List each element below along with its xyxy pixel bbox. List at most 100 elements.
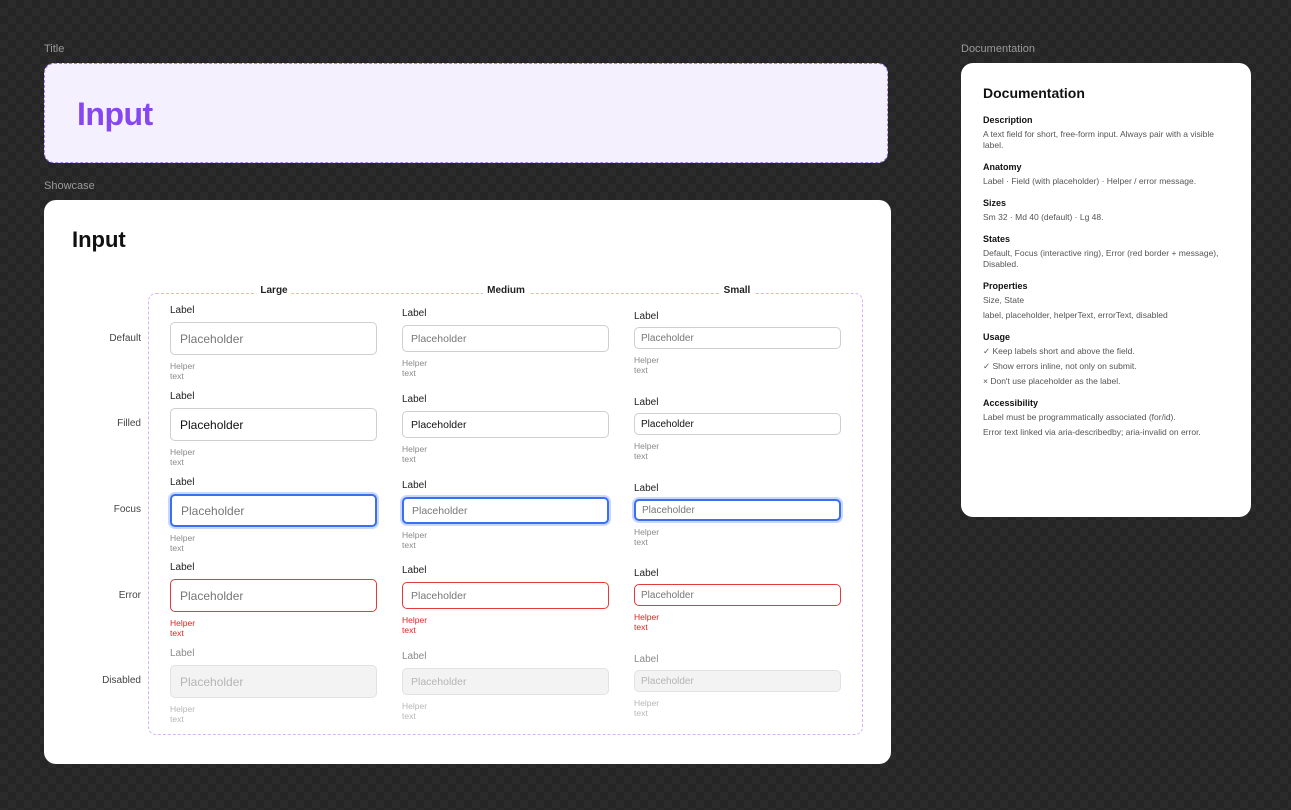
error-text: Helper text	[402, 615, 428, 635]
field-label: Label	[634, 568, 659, 579]
text-input[interactable]: Placeholder	[402, 411, 609, 438]
helper-text: Helper text	[402, 530, 428, 550]
helper-text: Helper text	[634, 441, 660, 461]
doc-section-sizes: Sizes Sm 32 · Md 40 (default) · Lg 48.	[983, 198, 1229, 223]
helper-text: Helper text	[402, 444, 428, 464]
field-label: Label	[170, 391, 195, 402]
input-placeholder: Placeholder	[411, 332, 467, 345]
input-placeholder: Placeholder	[641, 589, 694, 601]
text-input[interactable]: Placeholder	[170, 322, 377, 355]
text-input[interactable]: Placeholder	[402, 325, 609, 352]
field-label: Label	[170, 562, 195, 573]
input-placeholder: Placeholder	[180, 588, 244, 603]
showcase-frame[interactable]: Input Large Medium Small Default Label Placeh…	[44, 200, 891, 764]
column-header-medium: Medium	[483, 285, 529, 296]
text-input[interactable]: Placeholder	[170, 579, 377, 612]
field-label: Label	[170, 477, 195, 488]
doc-section-text: Default, Focus (interactive ring), Error…	[983, 248, 1219, 269]
helper-text: Helper text	[634, 698, 660, 718]
doc-title: Documentation	[983, 85, 1085, 101]
input-placeholder: Placeholder	[180, 417, 244, 432]
title-frame-label: Title	[44, 43, 65, 55]
doc-frame-label: Documentation	[961, 43, 1035, 55]
text-input[interactable]: Placeholder	[634, 413, 841, 435]
field-label: Label	[634, 654, 659, 665]
doc-section-heading: Accessibility	[983, 398, 1039, 408]
doc-section-text: label, placeholder, helperText, errorTex…	[983, 310, 1168, 320]
text-input[interactable]: Placeholder	[402, 497, 609, 524]
doc-section-heading: Properties	[983, 281, 1028, 291]
doc-section-text: Error text linked via aria-describedby; …	[983, 427, 1201, 437]
doc-section-text: ✓ Keep labels short and above the field.	[983, 346, 1135, 356]
text-input[interactable]: Placeholder	[170, 408, 377, 441]
doc-section-text: × Don't use placeholder as the label.	[983, 376, 1121, 386]
helper-text: Helper text	[170, 361, 196, 381]
field-label: Label	[634, 483, 659, 494]
showcase-frame-label: Showcase	[44, 180, 95, 192]
text-input[interactable]: Placeholder	[634, 499, 841, 521]
input-placeholder: Placeholder	[411, 589, 467, 602]
doc-section-heading: Description	[983, 115, 1033, 125]
doc-section-anatomy: Anatomy Label · Field (with placeholder) …	[983, 162, 1229, 187]
text-input[interactable]: Placeholder	[170, 494, 377, 527]
text-input[interactable]: Placeholder	[634, 584, 841, 606]
error-text: Helper text	[634, 612, 660, 632]
doc-section-heading: States	[983, 234, 1011, 244]
doc-section-text: A text field for short, free-form input.…	[983, 129, 1215, 150]
helper-text: Helper text	[634, 355, 660, 375]
doc-section-text: Sm 32 · Md 40 (default) · Lg 48.	[983, 212, 1104, 222]
doc-section-text: Label must be programmatically associate…	[983, 412, 1176, 422]
column-header-large: Large	[256, 285, 292, 296]
row-label-disabled: Disabled	[102, 675, 141, 686]
input-placeholder: Placeholder	[641, 418, 694, 430]
input-placeholder: Placeholder	[412, 504, 468, 517]
row-label-error: Error	[118, 590, 141, 601]
helper-text: Helper text	[402, 358, 428, 378]
input-placeholder: Placeholder	[181, 503, 245, 518]
text-input: Placeholder	[634, 670, 841, 692]
field-label: Label	[402, 394, 427, 405]
doc-section-text: Label · Field (with placeholder) · Helpe…	[983, 176, 1197, 186]
helper-text: Helper text	[170, 447, 196, 467]
doc-section-text: Size, State	[983, 295, 1025, 305]
text-input: Placeholder	[402, 668, 609, 695]
field-label: Label	[170, 305, 195, 316]
doc-section-description: Description A text field for short, free-…	[983, 115, 1229, 151]
input-placeholder: Placeholder	[411, 418, 467, 431]
row-label-focus: Focus	[113, 504, 141, 515]
field-label: Label	[402, 651, 427, 662]
field-label: Label	[170, 648, 195, 659]
input-placeholder: Placeholder	[641, 675, 694, 687]
helper-text: Helper text	[170, 704, 196, 724]
field-label: Label	[634, 311, 659, 322]
helper-text: Helper text	[402, 701, 428, 721]
field-label: Label	[634, 397, 659, 408]
helper-text: Helper text	[634, 527, 660, 547]
input-placeholder: Placeholder	[641, 332, 694, 344]
doc-section-usage: Usage ✓ Keep labels short and above the f…	[983, 332, 1229, 387]
column-header-small: Small	[719, 285, 755, 296]
doc-section-heading: Sizes	[983, 198, 1007, 208]
row-label-default: Default	[109, 333, 141, 344]
text-input: Placeholder	[170, 665, 377, 698]
doc-section-heading: Anatomy	[983, 162, 1022, 172]
doc-section-heading: Usage	[983, 332, 1011, 342]
text-input[interactable]: Placeholder	[402, 582, 609, 609]
title-frame[interactable]: Input	[44, 63, 888, 163]
text-input[interactable]: Placeholder	[634, 327, 841, 349]
doc-section-text: ✓ Show errors inline, not only on submit…	[983, 361, 1137, 371]
component-title: Input	[77, 96, 153, 132]
doc-section-properties: Properties Size, State label, placeholder,…	[983, 281, 1229, 321]
input-placeholder: Placeholder	[180, 674, 244, 689]
input-placeholder: Placeholder	[411, 675, 467, 688]
error-text: Helper text	[170, 618, 196, 638]
row-label-filled: Filled	[117, 418, 141, 429]
field-label: Label	[402, 565, 427, 576]
documentation-panel: Documentation Description A text field fo…	[961, 63, 1251, 517]
field-label: Label	[402, 480, 427, 491]
field-label: Label	[402, 308, 427, 319]
input-placeholder: Placeholder	[180, 331, 244, 346]
input-placeholder: Placeholder	[642, 504, 695, 516]
doc-section-accessibility: Accessibility Label must be programmatica…	[983, 398, 1229, 438]
doc-section-states: States Default, Focus (interactive ring),…	[983, 234, 1229, 270]
